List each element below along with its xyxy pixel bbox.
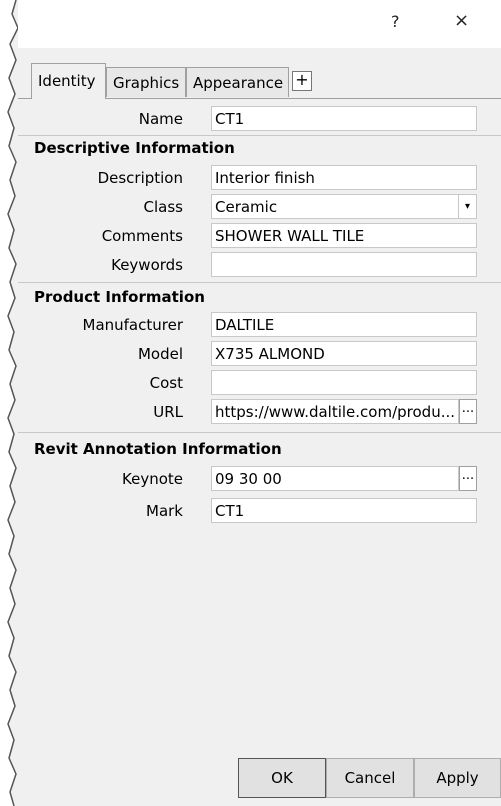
manufacturer-label: Manufacturer [82, 316, 184, 334]
chevron-down-icon[interactable]: ▾ [458, 195, 476, 218]
manufacturer-field[interactable]: DALTILE [211, 312, 477, 337]
product-info-header: Product Information [34, 288, 205, 306]
class-select-value: Ceramic [215, 198, 278, 216]
descriptive-info-header: Descriptive Information [34, 139, 235, 157]
keynote-field[interactable]: 09 30 00 [211, 466, 459, 491]
divider [18, 282, 501, 283]
class-label: Class [143, 198, 183, 216]
manufacturer-row: Manufacturer DALTILE [18, 312, 477, 337]
class-select[interactable]: Ceramic ▾ [211, 194, 477, 219]
keynote-browse-button[interactable]: ... [459, 466, 477, 491]
description-row: Description Interior finish [18, 165, 477, 190]
help-icon[interactable]: ? [391, 12, 400, 31]
keywords-row: Keywords [18, 252, 477, 277]
keywords-field[interactable] [211, 252, 477, 277]
comments-row: Comments SHOWER WALL TILE [18, 223, 477, 248]
torn-edge [0, 0, 19, 806]
title-bar [18, 0, 501, 48]
model-row: Model X735 ALMOND [18, 341, 477, 366]
name-label: Name [138, 110, 183, 128]
mark-label: Mark [146, 502, 183, 520]
url-field[interactable]: https://www.daltile.com/produ... [211, 399, 459, 424]
description-label: Description [97, 169, 183, 187]
cost-label: Cost [149, 374, 183, 392]
mark-field[interactable]: CT1 [211, 498, 477, 523]
mark-row: Mark CT1 [18, 498, 477, 523]
apply-button[interactable]: Apply [414, 758, 501, 798]
cost-row: Cost [18, 370, 477, 395]
comments-field[interactable]: SHOWER WALL TILE [211, 223, 477, 248]
cost-field[interactable] [211, 370, 477, 395]
name-field[interactable]: CT1 [211, 106, 477, 131]
tab-appearance[interactable]: Appearance [186, 67, 289, 97]
model-label: Model [137, 345, 183, 363]
class-row: Class Ceramic ▾ [18, 194, 477, 219]
keywords-label: Keywords [111, 256, 183, 274]
close-icon[interactable]: × [454, 10, 469, 31]
ok-button[interactable]: OK [238, 758, 326, 798]
model-field[interactable]: X735 ALMOND [211, 341, 477, 366]
name-row: Name CT1 [18, 106, 477, 131]
tab-identity[interactable]: Identity [31, 63, 106, 99]
divider [18, 432, 501, 433]
url-browse-button[interactable]: ... [459, 399, 477, 424]
divider [18, 135, 501, 136]
keynote-row: Keynote 09 30 00 ... [18, 466, 477, 491]
url-row: URL https://www.daltile.com/produ... ... [18, 399, 477, 424]
comments-label: Comments [101, 227, 183, 245]
cancel-button[interactable]: Cancel [326, 758, 414, 798]
url-label: URL [153, 403, 183, 421]
revit-annotation-header: Revit Annotation Information [34, 440, 282, 458]
keynote-label: Keynote [122, 470, 183, 488]
description-field[interactable]: Interior finish [211, 165, 477, 190]
tab-graphics[interactable]: Graphics [106, 67, 186, 97]
add-tab-icon[interactable]: + [292, 71, 312, 91]
